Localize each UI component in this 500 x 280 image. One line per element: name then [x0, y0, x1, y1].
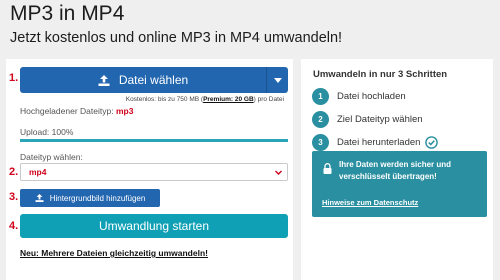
steps-panel: Umwandeln in nur 3 Schritten 1 Datei hoc… — [301, 59, 493, 280]
step-label-3: Datei herunterladen — [337, 137, 421, 148]
step-number-1: 1 — [312, 88, 329, 105]
step-label-2: Ziel Dateityp wählen — [337, 114, 423, 125]
upload-icon — [35, 194, 44, 202]
choose-file-main[interactable]: Datei wählen — [20, 67, 266, 93]
uploaded-filetype: Hochgeladener Dateityp: mp3 — [20, 106, 134, 116]
upload-icon — [98, 74, 110, 86]
lock-icon — [323, 163, 332, 174]
upload-progress-fill — [20, 139, 288, 142]
check-circle-icon — [425, 136, 439, 149]
step-marker-1: 1. — [9, 72, 19, 84]
choose-file-button[interactable]: Datei wählen — [20, 67, 288, 93]
step-number-2: 2 — [312, 111, 329, 128]
converter-panel: 1. Datei wählen Kostenlos: bis zu 750 MB… — [6, 59, 293, 280]
step-item-upload: 1 Datei hochladen — [312, 88, 406, 105]
step-marker-4: 4. — [9, 220, 19, 232]
chevron-down-icon — [275, 170, 282, 175]
step-item-choose-type: 2 Ziel Dateityp wählen — [312, 111, 423, 128]
filetype-selected-value: mp4 — [29, 167, 47, 177]
step-item-download: 3 Datei herunterladen — [312, 134, 439, 151]
step-label-1: Datei hochladen — [337, 91, 406, 102]
add-background-image-button[interactable]: Hintergrundbild hinzufügen — [20, 189, 160, 207]
step-marker-3: 3. — [9, 191, 19, 203]
privacy-link[interactable]: Hinweise zum Datenschutz — [322, 198, 418, 207]
page-title: MP3 in MP4 — [10, 2, 125, 25]
start-conversion-button[interactable]: Umwandlung starten — [20, 214, 288, 238]
uploaded-filetype-value: mp3 — [115, 106, 134, 116]
filetype-select[interactable]: mp4 — [20, 163, 288, 181]
caret-down-icon — [273, 77, 282, 83]
page-subtitle: Jetzt kostenlos und online MP3 in MP4 um… — [10, 30, 343, 46]
step-number-3: 3 — [312, 134, 329, 151]
security-notice: Ihre Daten werden sicher und verschlüsse… — [312, 151, 487, 217]
upload-progress-label: Upload: 100% — [20, 127, 74, 137]
upload-source-dropdown[interactable] — [266, 67, 288, 93]
add-background-image-label: Hintergrundbild hinzufügen — [49, 193, 146, 203]
choose-file-label: Datei wählen — [118, 73, 189, 87]
step-marker-2: 2. — [9, 166, 19, 178]
security-notice-text: Ihre Daten werden sicher und verschlüsse… — [339, 160, 452, 181]
premium-link[interactable]: Premium: 20 GB — [203, 96, 254, 103]
steps-title: Umwandeln in nur 3 Schritten — [313, 69, 448, 80]
multi-file-link[interactable]: Neu: Mehrere Dateien gleichzeitig umwand… — [20, 248, 208, 258]
upload-progress-bar — [20, 139, 288, 142]
filetype-label: Dateityp wählen: — [20, 152, 83, 162]
size-limit-note: Kostenlos: bis zu 750 MB (Premium: 20 GB… — [125, 96, 284, 103]
